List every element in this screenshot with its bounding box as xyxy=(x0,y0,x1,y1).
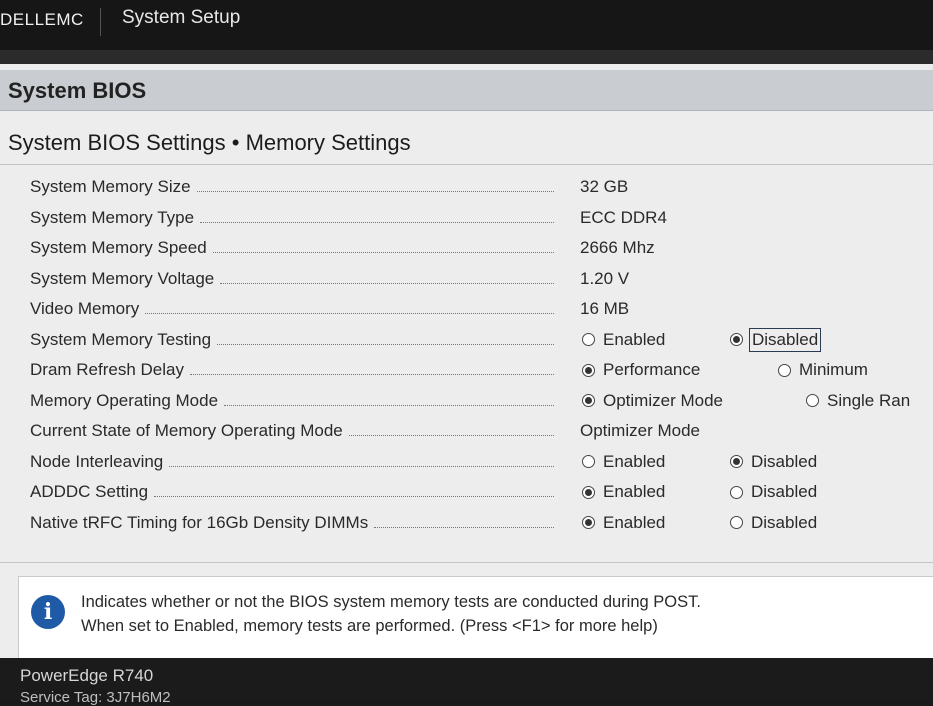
setting-system-memory-voltage: System Memory Voltage 1.20 V xyxy=(0,264,933,295)
radio-circle-icon xyxy=(778,363,791,377)
setting-label: Dram Refresh Delay xyxy=(30,360,184,379)
setting-label: System Memory Type xyxy=(30,207,195,227)
setting-video-memory: Video Memory 16 MB xyxy=(0,294,933,325)
setting-node-interleaving: Node Interleaving Enabled Disabled xyxy=(0,447,933,478)
radio-circle-icon xyxy=(582,455,595,468)
trfc-enabled-radio[interactable]: Enabled xyxy=(582,513,665,533)
info-icon: i xyxy=(31,595,65,629)
leader-dots xyxy=(220,272,554,284)
service-tag: Service Tag: 3J7H6M2 xyxy=(20,689,171,706)
leader-dots xyxy=(217,333,554,345)
divider xyxy=(0,164,933,165)
leader-dots xyxy=(145,302,554,314)
adddc-disabled-radio[interactable]: Disabled xyxy=(730,482,817,502)
dram-refresh-performance-radio[interactable]: Performance xyxy=(582,360,700,380)
setting-label: Memory Operating Mode xyxy=(30,390,219,410)
setting-adddc: ADDDC Setting Enabled Disabled xyxy=(0,477,933,508)
bios-panel: System BIOS System BIOS Settings • Memor… xyxy=(0,64,933,660)
radio-circle-icon xyxy=(582,333,595,346)
setting-label: Native tRFC Timing for 16Gb Density DIMM… xyxy=(30,512,369,532)
setting-value: Optimizer Mode xyxy=(580,421,700,440)
setting-label: System Memory Speed xyxy=(30,238,207,257)
setting-label: System Memory Voltage xyxy=(30,268,215,288)
server-model: PowerEdge R740 xyxy=(20,666,154,685)
leader-dots xyxy=(348,424,554,436)
help-box: i Indicates whether or not the BIOS syst… xyxy=(18,576,933,660)
radio-circle-icon xyxy=(730,333,743,346)
radio-circle-icon xyxy=(806,394,819,407)
setting-value: 32 GB xyxy=(580,177,629,196)
operating-mode-single-rank-radio[interactable]: Single Ran xyxy=(806,391,910,411)
memory-testing-disabled-radio[interactable]: Disabled xyxy=(730,327,822,352)
setting-value: 16 MB xyxy=(580,299,630,318)
adddc-enabled-radio[interactable]: Enabled xyxy=(582,482,665,502)
setting-label: System Memory Testing xyxy=(30,329,212,349)
memory-testing-enabled-radio[interactable]: Enabled xyxy=(582,330,665,350)
radio-circle-icon xyxy=(582,485,595,499)
dram-refresh-minimum-radio[interactable]: Minimum xyxy=(778,360,868,380)
radio-circle-icon xyxy=(730,485,743,499)
app-title: System Setup xyxy=(122,7,241,28)
help-text-line-1: Indicates whether or not the BIOS system… xyxy=(81,593,701,611)
leader-dots xyxy=(154,485,554,497)
leader-dots xyxy=(200,211,554,223)
setting-system-memory-speed: System Memory Speed 2666 Mhz xyxy=(0,233,933,264)
setting-label: Current State of Memory Operating Mode xyxy=(30,421,343,440)
setting-memory-operating-mode: Memory Operating Mode Optimizer Mode Sin… xyxy=(0,386,933,417)
leader-dots xyxy=(190,363,554,375)
radio-circle-icon xyxy=(582,516,595,529)
setting-label: ADDDC Setting xyxy=(30,482,149,501)
setting-label: Node Interleaving xyxy=(30,451,164,471)
radio-circle-icon xyxy=(582,363,595,377)
setting-current-operating-mode: Current State of Memory Operating Mode O… xyxy=(0,416,933,447)
page-title: System BIOS xyxy=(8,78,147,103)
node-interleaving-enabled-radio[interactable]: Enabled xyxy=(582,452,665,472)
setting-native-trfc-timing: Native tRFC Timing for 16Gb Density DIMM… xyxy=(0,508,933,539)
setting-value: 1.20 V xyxy=(580,268,630,288)
divider xyxy=(0,562,933,563)
brand-divider xyxy=(100,8,101,36)
setting-dram-refresh-delay: Dram Refresh Delay Performance Minimum xyxy=(0,355,933,386)
settings-list: System Memory Size 32 GB System Memory T… xyxy=(0,172,933,538)
leader-dots xyxy=(374,516,554,528)
leader-dots xyxy=(169,455,554,467)
leader-dots xyxy=(212,241,554,253)
setting-value: ECC DDR4 xyxy=(580,207,667,227)
setting-system-memory-size: System Memory Size 32 GB xyxy=(0,172,933,203)
setting-label: Video Memory xyxy=(30,299,140,318)
setting-label: System Memory Size xyxy=(30,177,191,196)
setting-value: 2666 Mhz xyxy=(580,238,655,257)
dell-emc-logo: DELLEMC xyxy=(0,10,84,29)
operating-mode-optimizer-radio[interactable]: Optimizer Mode xyxy=(582,391,723,411)
radio-circle-icon xyxy=(730,455,743,468)
radio-circle-icon xyxy=(582,394,595,407)
leader-dots xyxy=(196,180,554,192)
panel-header: System BIOS xyxy=(0,70,933,111)
breadcrumb: System BIOS Settings • Memory Settings xyxy=(8,130,411,155)
leader-dots xyxy=(224,394,554,406)
top-bar: DELLEMC System Setup xyxy=(0,0,933,50)
top-gap xyxy=(0,50,933,64)
setting-system-memory-testing: System Memory Testing Enabled Disabled xyxy=(0,325,933,356)
help-text-line-2: When set to Enabled, memory tests are pe… xyxy=(81,617,658,635)
footer: PowerEdge R740 Service Tag: 3J7H6M2 xyxy=(0,658,933,706)
trfc-disabled-radio[interactable]: Disabled xyxy=(730,513,817,533)
node-interleaving-disabled-radio[interactable]: Disabled xyxy=(730,452,817,472)
setting-system-memory-type: System Memory Type ECC DDR4 xyxy=(0,203,933,234)
radio-circle-icon xyxy=(730,516,743,529)
